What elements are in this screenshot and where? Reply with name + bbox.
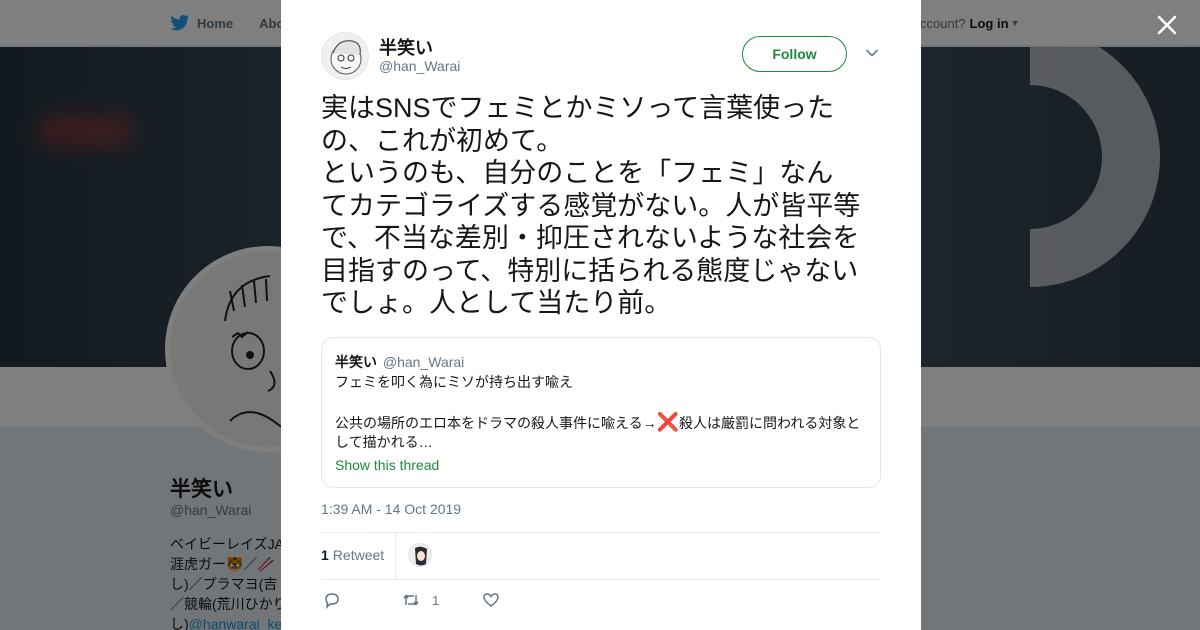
quoted-text-line: フェミを叩く為にミソが持ち出す喩え	[335, 374, 573, 390]
retweeter-avatar-drawing	[415, 546, 427, 566]
author-handle[interactable]: @han_Warai	[379, 58, 460, 74]
follow-button[interactable]: Follow	[742, 36, 847, 72]
quoted-text-line: 公共の場所のエロ本をドラマの殺人事件に喩える→❌殺人は厳罰に問われる対象と	[335, 412, 860, 433]
quoted-author-handle: @han_Warai	[382, 354, 465, 370]
author-name[interactable]: 半笑い	[379, 34, 433, 60]
like-action[interactable]	[482, 591, 500, 609]
tweet-modal: 半笑い @han_Warai Follow 実はSNSでフェミとかミソって言葉使…	[281, 0, 921, 630]
quoted-text-segment: 公共の場所のエロ本をドラマの殺人事件に喩える→	[335, 415, 657, 431]
author-avatar-drawing	[330, 40, 362, 75]
divider	[395, 533, 396, 579]
retweet-action[interactable]: 1	[402, 591, 439, 609]
show-thread-link[interactable]: Show this thread	[335, 457, 439, 473]
retweet-icon	[403, 594, 419, 606]
cross-mark-icon: ❌	[656, 412, 680, 432]
quoted-tweet[interactable]: 半笑い @han_Warai フェミを叩く為にミソが持ち出す喩え 公共の場所のエ…	[321, 337, 881, 488]
quoted-text-line: して描かれる…	[335, 434, 433, 450]
chevron-down-icon[interactable]	[865, 46, 879, 60]
retweet-count: 1	[321, 547, 329, 563]
heart-icon	[483, 593, 499, 607]
author-avatar[interactable]	[321, 32, 369, 80]
retweet-stats[interactable]: 1 Retweet	[321, 547, 384, 563]
reply-action[interactable]	[323, 591, 341, 609]
retweet-action-count: 1	[432, 592, 440, 608]
quoted-tweet-header: 半笑い @han_Warai	[335, 352, 464, 372]
retweeter-avatar[interactable]	[408, 543, 432, 567]
reply-icon	[325, 593, 339, 609]
quoted-text-segment: 殺人は厳罰に問われる対象と	[679, 415, 861, 431]
retweet-stats-label: Retweet	[332, 547, 385, 563]
divider	[321, 579, 881, 580]
divider	[321, 532, 881, 533]
tweet-timestamp[interactable]: 1:39 AM - 14 Oct 2019	[321, 501, 461, 517]
tweet-text: 実はSNSでフェミとかミソって言葉使った の、これが初めて。 というのも、自分の…	[321, 93, 861, 318]
quoted-author-name: 半笑い	[335, 354, 377, 370]
close-icon[interactable]	[1154, 12, 1180, 38]
